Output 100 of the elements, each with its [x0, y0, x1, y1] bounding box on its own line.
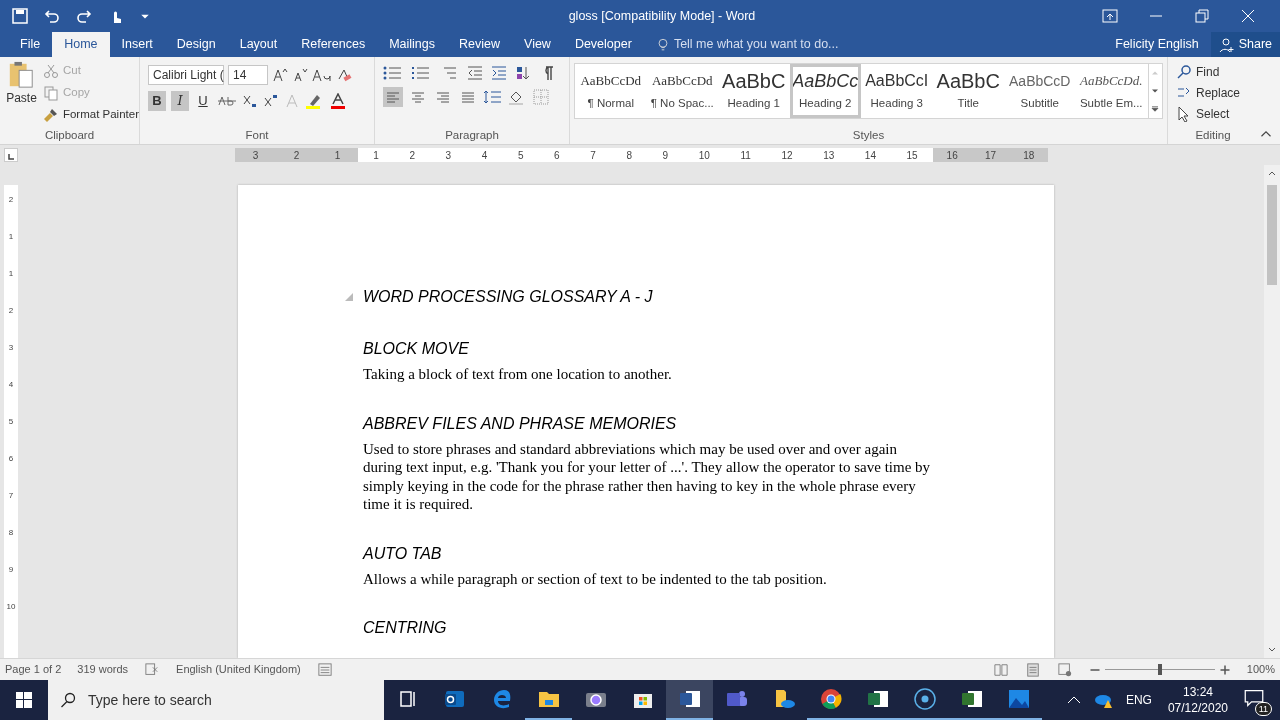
style-gallery-item[interactable]: AaBbCcDd. Subtle Em...	[1075, 64, 1147, 118]
numbering-icon[interactable]	[411, 65, 431, 81]
style-preview: AaBbCcDd	[580, 72, 642, 91]
zoom-level[interactable]: 100%	[1246, 661, 1275, 678]
window-title: gloss [Compatibility Mode] - Word	[567, 7, 757, 25]
input-language[interactable]: ENG	[1125, 691, 1152, 709]
style-gallery-item[interactable]: AaBbC Heading 1	[718, 64, 790, 118]
ribbon-display-icon[interactable]	[1102, 8, 1118, 24]
subscript-icon[interactable]	[242, 93, 258, 109]
ruler-number: 4	[8, 380, 14, 390]
record-icon[interactable]	[912, 687, 937, 711]
print-layout-icon[interactable]	[1024, 662, 1041, 677]
style-preview: AaBbC	[722, 69, 786, 94]
ribbon-tab[interactable]: Review	[447, 32, 512, 57]
line-spacing-icon[interactable]	[483, 89, 503, 105]
scroll-down-icon[interactable]	[1268, 646, 1276, 654]
search-icon[interactable]	[1176, 63, 1192, 80]
grow-font-icon[interactable]	[272, 67, 288, 83]
search-icon	[60, 692, 76, 708]
superscript-icon[interactable]	[263, 93, 279, 109]
style-name: Subtle Em...	[1079, 96, 1143, 112]
ribbon-tab[interactable]: Insert	[109, 32, 165, 57]
style-gallery-item[interactable]: AaBbCcDd ¶ Normal	[575, 64, 647, 118]
page-count[interactable]: Page 1 of 2	[5, 661, 62, 678]
editing-command[interactable]: Replace	[1176, 82, 1250, 103]
ribbon-tab[interactable]: Developer	[562, 32, 644, 57]
style-gallery-item[interactable]: AaBbCcDd ¶ No Spac...	[646, 64, 718, 118]
left-tab-icon	[7, 153, 15, 161]
language-indicator[interactable]: English (United Kingdom)	[176, 661, 301, 678]
style-preview: AaBbCcD	[1009, 72, 1071, 92]
ruler-number: 10	[6, 602, 16, 612]
group-label: Paragraph	[444, 128, 500, 143]
user-name[interactable]: Felicity English	[1115, 32, 1199, 57]
close-icon[interactable]	[1240, 8, 1256, 24]
scroll-up-icon[interactable]	[1268, 169, 1276, 177]
paste-button[interactable]: Paste	[0, 61, 39, 127]
paintbrush-icon[interactable]	[42, 106, 59, 123]
tell-me-field[interactable]: Tell me what you want to do...	[673, 35, 864, 54]
ruler-number: 1	[8, 232, 14, 242]
ruler-number: 1	[373, 148, 379, 163]
zoom-in-icon[interactable]	[1218, 663, 1231, 676]
scrollbar-thumb[interactable]	[1267, 185, 1277, 285]
increase-indent-icon[interactable]	[491, 65, 507, 81]
restore-icon[interactable]	[1194, 8, 1210, 24]
font-size-field[interactable]: 14	[228, 65, 268, 85]
style-gallery-item[interactable]: AaBbC Title	[932, 64, 1004, 118]
ruler-number: 2	[8, 195, 14, 205]
taskbar-search-field[interactable]: Type here to search	[48, 680, 384, 720]
clear-formatting-icon[interactable]	[336, 67, 352, 83]
zoom-slider-thumb[interactable]	[1157, 664, 1162, 675]
group-label: Font	[244, 128, 270, 143]
save-icon[interactable]	[12, 8, 28, 24]
ribbon-tab[interactable]: Mailings	[377, 32, 447, 57]
editing-command[interactable]: Select	[1176, 103, 1250, 124]
ruler-number: 17	[984, 148, 997, 163]
sort-icon[interactable]	[515, 65, 531, 81]
lightbulb-icon[interactable]	[655, 37, 670, 52]
bullets-icon[interactable]	[383, 65, 403, 81]
ruler-number: 9	[662, 148, 669, 163]
browser-circle-icon[interactable]	[818, 687, 843, 711]
shrink-font-icon[interactable]	[292, 67, 308, 83]
decrease-indent-icon[interactable]	[467, 65, 483, 81]
clock[interactable]: 13:24 07/12/2020	[1167, 684, 1228, 716]
word-count[interactable]: 319 words	[77, 661, 129, 678]
change-case-icon[interactable]	[312, 67, 332, 83]
group-label: Styles	[851, 128, 886, 143]
editing-command[interactable]: Find	[1176, 61, 1250, 82]
undo-icon[interactable]	[44, 8, 60, 24]
ribbon-tab[interactable]: Home	[52, 32, 110, 57]
font-name-field[interactable]: Calibri Light (	[148, 65, 224, 85]
web-layout-icon[interactable]	[1056, 662, 1073, 677]
ruler-number: 8	[8, 528, 14, 538]
redo-icon[interactable]	[76, 8, 92, 24]
ribbon-tab[interactable]: View	[512, 32, 563, 57]
style-name: Heading 3	[870, 96, 923, 112]
format-toggle[interactable]: B	[148, 91, 166, 111]
ribbon-tab[interactable]: References	[289, 32, 378, 57]
taskbar-app[interactable]	[666, 680, 713, 720]
style-gallery-item[interactable]: AaBbCcD Subtitle	[1004, 64, 1076, 118]
tab-selector[interactable]	[4, 148, 18, 162]
style-name: Title	[957, 96, 979, 112]
style-name: Heading 1	[727, 96, 780, 112]
add-person-icon	[1218, 36, 1235, 53]
share-button[interactable]: Share	[1210, 32, 1280, 57]
clipboard-command[interactable]: Format Painter	[42, 105, 139, 124]
ribbon-tab[interactable]: Design	[164, 32, 228, 57]
photo-app-icon[interactable]	[1006, 687, 1031, 711]
ribbon-tab[interactable]: File	[8, 32, 53, 57]
notification-icon[interactable]	[1244, 688, 1264, 708]
format-toggle[interactable]: I	[171, 91, 189, 111]
ruler-number: 15	[906, 148, 918, 163]
vertical-scrollbar[interactable]	[1264, 165, 1280, 658]
macro-icon[interactable]	[316, 662, 333, 677]
start-icon[interactable]	[16, 692, 32, 708]
ruler-number: 5	[8, 417, 14, 427]
ruler-number: 2	[293, 148, 300, 163]
format-toggle[interactable]: U	[194, 91, 212, 111]
style-gallery-item[interactable]: AaBbCcI Heading 3	[861, 64, 933, 118]
zoom-slider[interactable]	[1104, 663, 1215, 676]
ribbon-tab[interactable]: Layout	[227, 32, 290, 57]
